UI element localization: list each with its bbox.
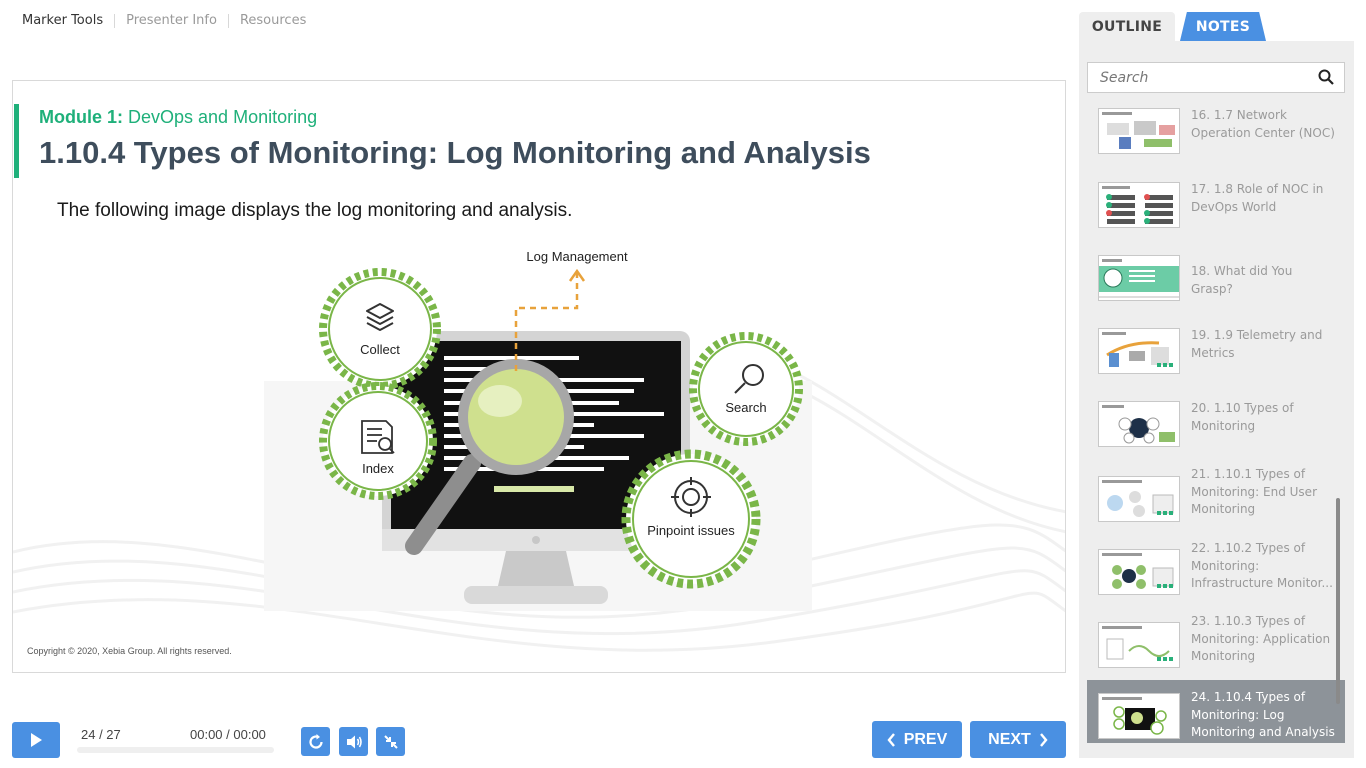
gear-label-pinpoint: Pinpoint issues	[647, 523, 735, 538]
outline-item-label-line: Infrastructure Monitor...	[1191, 576, 1333, 590]
outline-item-label: 21. 1.10.1 Types of Monitoring: End User…	[1191, 467, 1317, 516]
slide-title: 1.10.4 Types of Monitoring: Log Monitori…	[39, 135, 871, 170]
tab-outline[interactable]: OUTLINE	[1079, 12, 1175, 41]
outline-list-panel: 16. 1.7 Network Operation Center (NOC) 1…	[1079, 41, 1354, 758]
slide-body-text: The following image displays the log mon…	[57, 200, 573, 221]
tab-notes[interactable]: NOTES	[1180, 12, 1266, 41]
outline-item-label-line: Monitoring:	[1191, 558, 1260, 573]
play-icon	[31, 733, 42, 747]
sidebar-tabs: OUTLINE NOTES	[1079, 12, 1354, 41]
outline-item[interactable]: 19. 1.9 Telemetry and Metrics	[1087, 324, 1345, 388]
progress-bar[interactable]	[77, 747, 274, 753]
presenter-info-link[interactable]: Presenter Info	[126, 13, 217, 28]
slide-thumbnail	[1098, 476, 1180, 522]
gear-label-search: Search	[725, 400, 766, 415]
gear-label-index: Index	[362, 461, 394, 476]
title-accent-bar	[14, 104, 19, 178]
copyright-text: Copyright © 2020, Xebia Group. All right…	[27, 646, 232, 656]
resources-link[interactable]: Resources	[240, 13, 306, 28]
outline-item[interactable]: 18. What did You Grasp?	[1087, 251, 1345, 315]
collapse-button[interactable]	[376, 727, 405, 756]
outline-item[interactable]: 20. 1.10 Types of Monitoring	[1087, 397, 1345, 461]
gear-collect: Collect	[319, 268, 441, 390]
chevron-right-icon	[1039, 732, 1048, 747]
outline-item-label: 22. 1.10.2 Types of Monitoring: Infrastr…	[1191, 540, 1337, 593]
replay-button[interactable]	[301, 727, 330, 756]
slide-canvas: Module 1: DevOps and Monitoring 1.10.4 T…	[12, 80, 1066, 673]
volume-icon	[346, 735, 362, 748]
outline-item-label: 16. 1.7 Network Operation Center (NOC)	[1191, 108, 1335, 140]
outline-item-label: 24. 1.10.4 Types of Monitoring: Log Moni…	[1191, 690, 1335, 739]
gear-index: Index	[319, 382, 437, 500]
replay-icon	[308, 733, 323, 749]
outline-item-current[interactable]: 24. 1.10.4 Types of Monitoring: Log Moni…	[1087, 680, 1345, 743]
next-button[interactable]: NEXT	[970, 721, 1066, 758]
outline-item[interactable]: 17. 1.8 Role of NOC in DevOps World	[1087, 178, 1345, 242]
slide-thumbnail	[1098, 328, 1180, 374]
prev-button[interactable]: PREV	[872, 721, 962, 758]
sidebar-scrollbar[interactable]	[1336, 498, 1340, 704]
search-input[interactable]	[1088, 63, 1308, 92]
divider	[227, 13, 229, 28]
slide-thumbnail	[1098, 549, 1180, 595]
volume-button[interactable]	[339, 727, 368, 756]
time-display: 00:00 / 00:00	[190, 727, 266, 742]
gear-search: Search	[689, 332, 803, 446]
gear-pinpoint: Pinpoint issues	[621, 449, 761, 589]
module-prefix: Module 1:	[39, 107, 123, 127]
slide-thumbnail	[1098, 182, 1180, 228]
prev-label: PREV	[903, 730, 948, 748]
search-icon[interactable]	[1318, 69, 1334, 85]
play-button[interactable]	[12, 722, 60, 758]
slide-thumbnail	[1098, 401, 1180, 447]
outline-item-label-line: 22. 1.10.2 Types of	[1191, 541, 1306, 555]
next-label: NEXT	[988, 730, 1031, 748]
outline-item[interactable]: 16. 1.7 Network Operation Center (NOC)	[1087, 104, 1345, 168]
slide-thumbnail	[1098, 693, 1180, 739]
slide-counter: 24 / 27	[81, 727, 121, 742]
diagram-top-label: Log Management	[526, 249, 628, 264]
top-links: Marker Tools Presenter Info Resources	[22, 13, 306, 28]
outline-item[interactable]: 21. 1.10.1 Types of Monitoring: End User…	[1087, 467, 1345, 534]
divider	[114, 13, 116, 28]
module-name: DevOps and Monitoring	[128, 107, 318, 127]
outline-item-label: 19. 1.9 Telemetry and Metrics	[1191, 328, 1323, 360]
slide-thumbnail	[1098, 255, 1180, 301]
outline-item[interactable]: 23. 1.10.3 Types of Monitoring: Applicat…	[1087, 614, 1345, 681]
slide-thumbnail	[1098, 622, 1180, 668]
outline-search	[1087, 62, 1345, 93]
marker-tools-link[interactable]: Marker Tools	[22, 13, 103, 28]
module-heading: Module 1: DevOps and Monitoring	[39, 107, 317, 128]
gear-label-collect: Collect	[360, 342, 400, 357]
sidebar-panel: OUTLINE NOTES 16. 1.7 Network Operation …	[1079, 12, 1354, 758]
collapse-icon	[383, 734, 398, 749]
outline-item[interactable]: 22. 1.10.2 Types of Monitoring: Infrastr…	[1087, 541, 1345, 608]
chevron-left-icon	[887, 732, 895, 747]
slide-thumbnail	[1098, 108, 1180, 154]
outline-item-label: 18. What did You Grasp?	[1191, 264, 1293, 296]
outline-item-label: 20. 1.10 Types of Monitoring	[1191, 401, 1294, 433]
outline-item-label: 23. 1.10.3 Types of Monitoring: Applicat…	[1191, 614, 1331, 663]
log-monitoring-diagram: Log Management Collect Index Search Pinp…	[264, 249, 812, 611]
outline-item-label: 17. 1.8 Role of NOC in DevOps World	[1191, 182, 1324, 214]
